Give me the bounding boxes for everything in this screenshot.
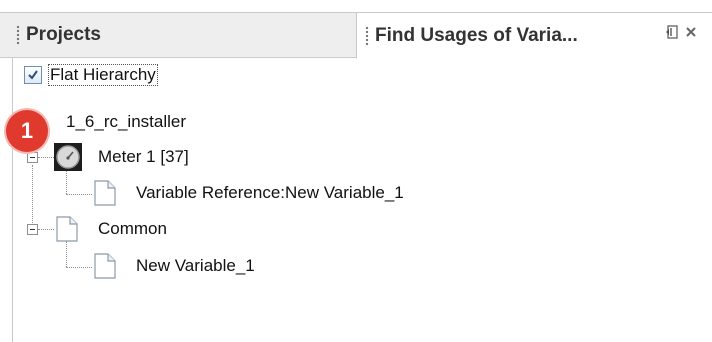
tree-node-label: Variable Reference:New Variable_1 — [136, 183, 404, 202]
tab-label: Projects — [26, 24, 101, 45]
tree-node-label: Common — [98, 219, 167, 238]
minimize-window-icon[interactable] — [665, 25, 679, 39]
tab-projects[interactable]: Projects — [16, 13, 352, 57]
flat-hierarchy-label[interactable]: Flat Hierarchy — [48, 64, 158, 86]
close-icon[interactable] — [685, 26, 697, 38]
checkmark-icon — [28, 70, 38, 80]
tree-node-label: New Variable_1 — [136, 256, 255, 275]
meter-icon — [54, 143, 82, 171]
tree-node-label: 1_6_rc_installer — [66, 112, 187, 131]
document-icon — [94, 253, 116, 279]
collapse-toggle-icon[interactable] — [27, 152, 38, 163]
tree-node-variable-reference[interactable]: Variable Reference:New Variable_1 — [94, 180, 404, 206]
tab-find-usages[interactable]: Find Usages of Varia... — [356, 13, 712, 59]
tree-node-new-variable[interactable]: New Variable_1 — [94, 253, 255, 279]
drag-grip-icon[interactable] — [365, 25, 369, 46]
tab-bar: Projects Find Usages of Varia... — [0, 12, 712, 59]
tree-node-label: Meter 1 [37] — [98, 147, 189, 166]
drag-grip-icon[interactable] — [16, 25, 20, 45]
collapse-toggle-icon[interactable] — [27, 224, 38, 235]
document-icon — [94, 180, 116, 206]
tree-node-root[interactable]: 1_6_rc_installer — [66, 112, 186, 132]
document-icon — [56, 216, 78, 242]
annotation-badge: 1 — [6, 110, 48, 152]
tree-node-common[interactable]: Common — [56, 216, 167, 242]
badge-number: 1 — [20, 118, 34, 143]
tab-label: Find Usages of Varia... — [375, 24, 578, 46]
flat-hierarchy-checkbox[interactable] — [24, 66, 42, 84]
tree-node-meter[interactable]: Meter 1 [37] — [54, 143, 189, 171]
flat-hierarchy-option[interactable]: Flat Hierarchy — [24, 64, 158, 86]
